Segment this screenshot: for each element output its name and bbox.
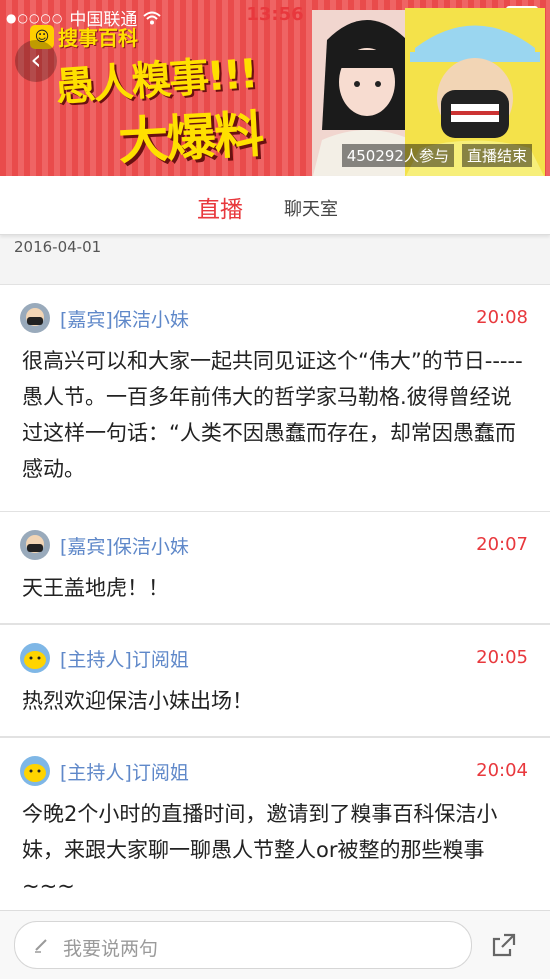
message-item: [嘉宾]保洁小妹 20:08 很高兴可以和大家一起共同见证这个“伟大”的节日--… (0, 284, 550, 512)
message-time: 20:07 (476, 534, 528, 555)
sender-name[interactable]: [嘉宾]保洁小妹 (60, 532, 189, 559)
message-item: [主持人]订阅姐 20:04 今晚2个小时的直播时间，邀请到了糗事百科保洁小妹，… (0, 737, 550, 929)
message-time: 20:04 (476, 760, 528, 781)
banner-subtitle: 大爆料 (116, 105, 264, 171)
pencil-icon (35, 939, 47, 953)
message-item: [主持人]订阅姐 20:05 热烈欢迎保洁小妹出场！ (0, 624, 550, 737)
avatar (20, 303, 50, 333)
chevron-left-icon: ‹ (30, 43, 42, 76)
message-text: 天王盖地虎！！ (22, 576, 169, 600)
avatar (20, 756, 50, 786)
message-text: 热烈欢迎保洁小妹出场！ (22, 689, 253, 713)
date-label: 2016-04-01 (14, 238, 102, 256)
banner-stats: 450292人参与 直播结束 (341, 144, 532, 167)
avatar (20, 530, 50, 560)
tab-chat[interactable]: 聊天室 (284, 195, 338, 221)
logo-text: 搜事百科 (58, 26, 138, 50)
back-button[interactable]: ‹ (15, 40, 57, 82)
message-text: 很高兴可以和大家一起共同见证这个“伟大”的节日-----愚人节。一百多年前伟大的… (22, 349, 523, 481)
banner: ●○○○○ 中国联通 13:56 ☺ 搜事百科 ‹ 愚人糗事!!! 大爆料 45… (0, 0, 550, 176)
sender-name[interactable]: [嘉宾]保洁小妹 (60, 305, 189, 332)
tab-live[interactable]: 直播 (197, 190, 243, 224)
tab-bar: 直播 聊天室 (0, 176, 550, 235)
message-text: 今晚2个小时的直播时间，邀请到了糗事百科保洁小妹，来跟大家聊一聊愚人节整人or被… (22, 802, 498, 898)
share-icon[interactable] (490, 931, 518, 959)
avatar (20, 643, 50, 673)
message-time: 20:08 (476, 307, 528, 328)
live-status-badge: 直播结束 (461, 144, 532, 167)
sender-name[interactable]: [主持人]订阅姐 (60, 758, 189, 785)
comment-placeholder: 我要说两句 (63, 938, 159, 960)
participants-count: 450292人参与 (341, 144, 454, 167)
comment-input[interactable]: 我要说两句 (14, 921, 472, 969)
message-time: 20:05 (476, 647, 528, 668)
sender-name[interactable]: [主持人]订阅姐 (60, 645, 189, 672)
input-bar: 我要说两句 (0, 910, 550, 979)
message-item: [嘉宾]保洁小妹 20:07 天王盖地虎！！ (0, 511, 550, 624)
